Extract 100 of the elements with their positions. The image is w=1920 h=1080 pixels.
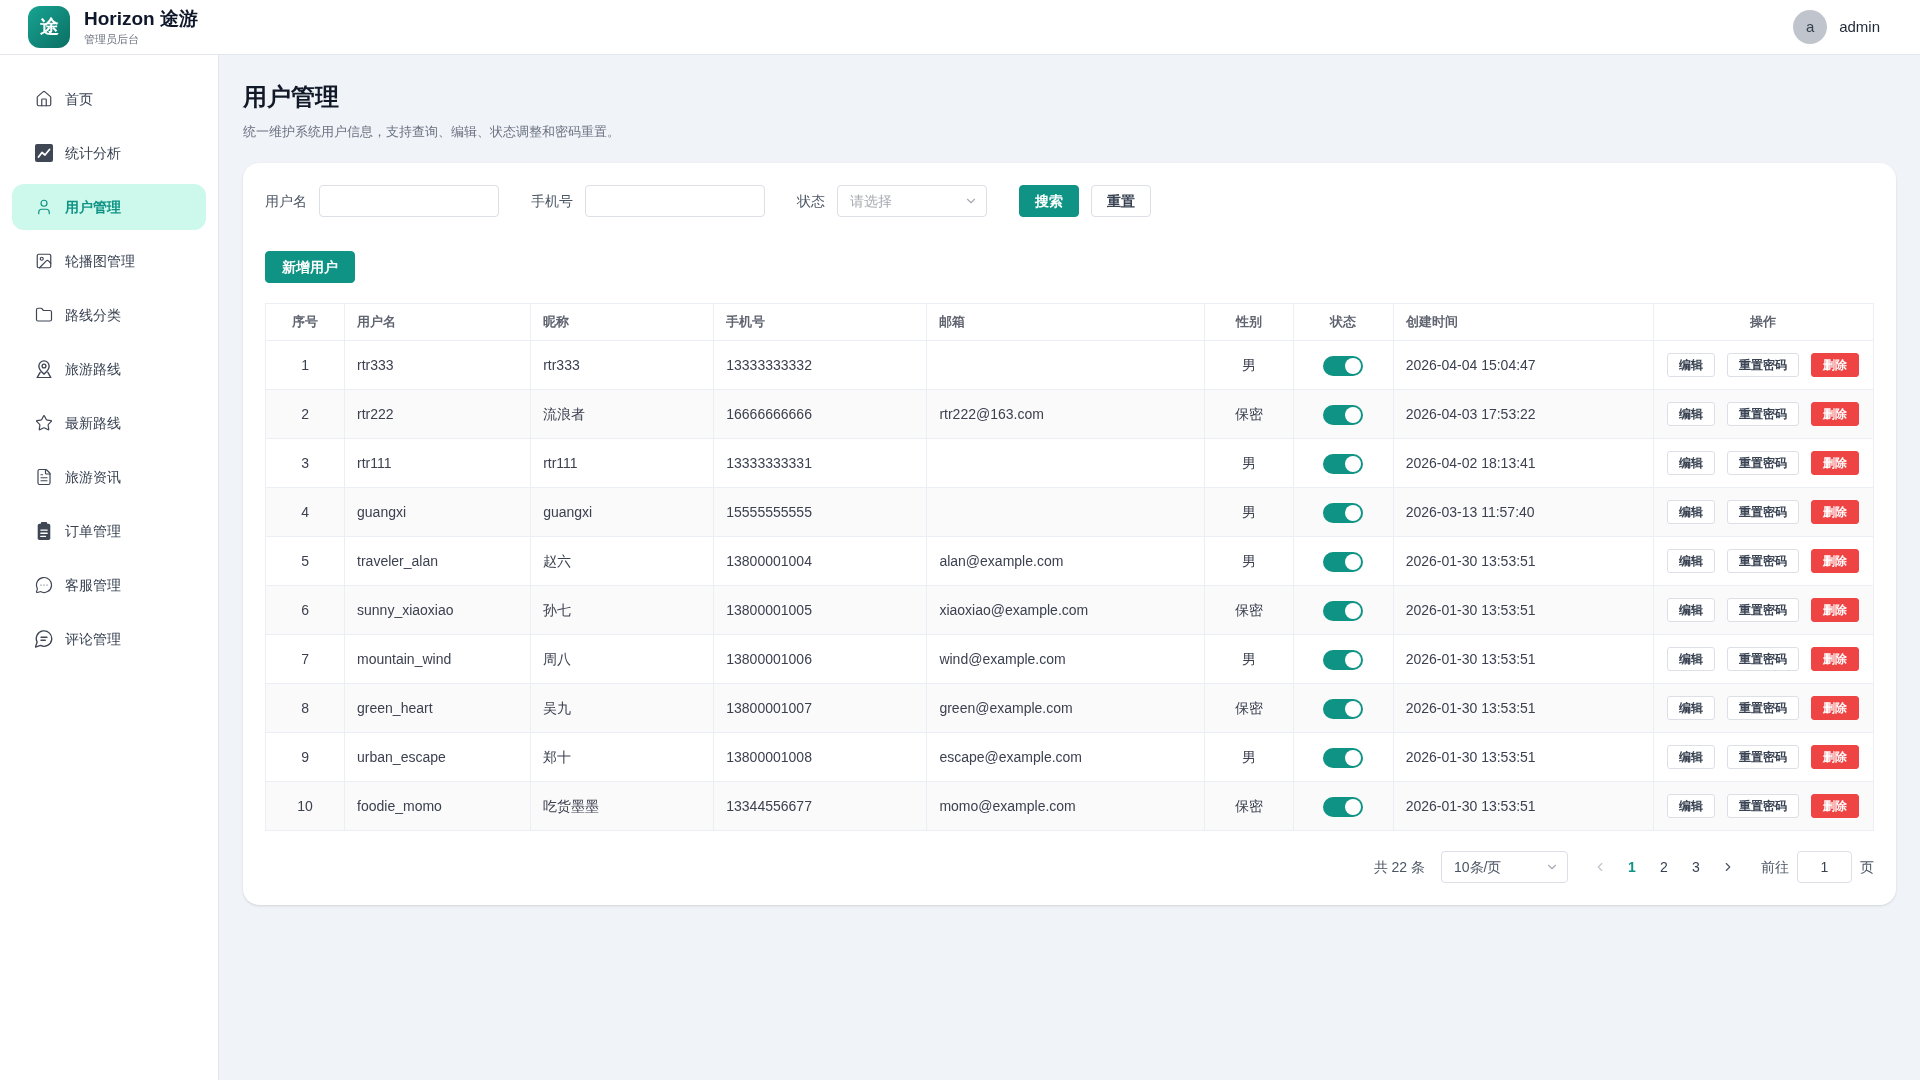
- delete-button[interactable]: 删除: [1811, 353, 1860, 377]
- page-size-select[interactable]: 10条/页: [1441, 851, 1568, 883]
- edit-button[interactable]: 编辑: [1667, 696, 1716, 720]
- reset-password-button[interactable]: 重置密码: [1727, 353, 1800, 377]
- edit-button[interactable]: 编辑: [1667, 598, 1716, 622]
- goto-suffix: 页: [1860, 857, 1874, 877]
- nickname-text: 孙七: [543, 601, 572, 618]
- nickname-text: 吴九: [543, 699, 572, 716]
- edit-button[interactable]: 编辑: [1667, 451, 1716, 475]
- edit-button[interactable]: 编辑: [1667, 794, 1716, 818]
- home-icon: [35, 90, 53, 108]
- username-text: rtr333: [357, 356, 394, 373]
- delete-button[interactable]: 删除: [1811, 647, 1860, 671]
- row-number: 7: [301, 650, 309, 667]
- gender-text: 男: [1241, 552, 1256, 569]
- reset-password-button[interactable]: 重置密码: [1727, 500, 1800, 524]
- status-toggle[interactable]: [1323, 453, 1364, 474]
- status-toggle[interactable]: [1323, 747, 1364, 768]
- nickname-text: rtr333: [543, 356, 580, 373]
- edit-button[interactable]: 编辑: [1667, 745, 1716, 769]
- column-header: 创建时间: [1405, 314, 1458, 330]
- row-number: 9: [301, 748, 309, 765]
- delete-button[interactable]: 删除: [1811, 549, 1860, 573]
- reset-password-button[interactable]: 重置密码: [1727, 402, 1800, 426]
- clipboard-icon: [35, 522, 53, 540]
- reset-button[interactable]: 重置: [1091, 185, 1151, 217]
- row-number: 2: [301, 405, 309, 422]
- edit-button[interactable]: 编辑: [1667, 353, 1716, 377]
- field-label: 手机号: [531, 191, 573, 211]
- column-header: 状态: [1330, 314, 1357, 330]
- status-toggle[interactable]: [1323, 355, 1364, 376]
- chat-bubble-icon: [35, 576, 53, 594]
- app-logo: 途: [28, 6, 70, 48]
- username-text: traveler_alan: [357, 552, 438, 569]
- created-time: 2026-04-04 15:04:47: [1405, 356, 1536, 373]
- delete-button[interactable]: 删除: [1811, 500, 1860, 524]
- gender-text: 保密: [1234, 601, 1263, 618]
- created-time: 2026-01-30 13:53:51: [1405, 748, 1536, 765]
- map-pin-icon: [35, 360, 53, 378]
- phone-number: 13344556677: [726, 797, 812, 814]
- edit-button[interactable]: 编辑: [1667, 402, 1716, 426]
- reset-password-button[interactable]: 重置密码: [1727, 598, 1800, 622]
- page-number-button[interactable]: 2: [1648, 851, 1680, 883]
- edit-button[interactable]: 编辑: [1667, 500, 1716, 524]
- document-icon: [35, 468, 53, 486]
- add-user-button[interactable]: 新增用户: [265, 251, 355, 283]
- row-number: 4: [301, 503, 309, 520]
- input-field[interactable]: [585, 185, 765, 217]
- status-toggle[interactable]: [1323, 502, 1364, 523]
- delete-button[interactable]: 删除: [1811, 402, 1860, 426]
- phone-number: 13800001004: [726, 552, 812, 569]
- status-toggle[interactable]: [1323, 649, 1364, 670]
- status-toggle[interactable]: [1323, 796, 1364, 817]
- edit-button[interactable]: 编辑: [1667, 647, 1716, 671]
- user-avatar[interactable]: a: [1793, 10, 1828, 44]
- username-text: sunny_xiaoxiao: [357, 601, 454, 618]
- goto-label: 前往: [1761, 857, 1789, 877]
- gender-text: 保密: [1234, 699, 1263, 716]
- row-number: 5: [301, 552, 309, 569]
- reset-password-button[interactable]: 重置密码: [1727, 451, 1800, 475]
- page-description: 统一维护系统用户信息，支持查询、编辑、状态调整和密码重置。: [243, 123, 621, 141]
- delete-button[interactable]: 删除: [1811, 745, 1860, 769]
- gender-text: 保密: [1234, 797, 1263, 814]
- gender-text: 男: [1241, 650, 1256, 667]
- reset-password-button[interactable]: 重置密码: [1727, 794, 1800, 818]
- input-field[interactable]: [319, 185, 499, 217]
- page-number-button[interactable]: 3: [1680, 851, 1712, 883]
- star-icon: [35, 414, 53, 432]
- phone-number: 16666666666: [726, 405, 812, 422]
- search-button[interactable]: 搜索: [1019, 185, 1079, 217]
- reset-password-button[interactable]: 重置密码: [1727, 745, 1800, 769]
- username-text: foodie_momo: [357, 797, 442, 814]
- status-toggle[interactable]: [1323, 600, 1364, 621]
- phone-number: 15555555555: [726, 503, 812, 520]
- username-text: guangxi: [357, 503, 407, 520]
- reset-password-button[interactable]: 重置密码: [1727, 647, 1800, 671]
- status-toggle[interactable]: [1323, 404, 1364, 425]
- email-address: momo@example.com: [939, 797, 1076, 814]
- reset-password-button[interactable]: 重置密码: [1727, 696, 1800, 720]
- username-text: rtr111: [357, 454, 392, 471]
- delete-button[interactable]: 删除: [1811, 451, 1860, 475]
- email-address: escape@example.com: [939, 748, 1082, 765]
- user-name[interactable]: admin: [1839, 15, 1880, 39]
- delete-button[interactable]: 删除: [1811, 794, 1860, 818]
- gender-text: 男: [1241, 454, 1256, 471]
- nickname-text: 流浪者: [543, 405, 586, 422]
- status-toggle[interactable]: [1323, 698, 1364, 719]
- nickname-text: rtr111: [543, 454, 578, 471]
- reset-password-button[interactable]: 重置密码: [1727, 549, 1800, 573]
- gender-text: 男: [1241, 748, 1256, 765]
- total-count: 共 22 条: [1373, 857, 1425, 877]
- created-time: 2026-01-30 13:53:51: [1405, 699, 1536, 716]
- status-toggle[interactable]: [1323, 551, 1364, 572]
- delete-button[interactable]: 删除: [1811, 598, 1860, 622]
- delete-button[interactable]: 删除: [1811, 696, 1860, 720]
- created-time: 2026-01-30 13:53:51: [1405, 552, 1536, 569]
- page-number-input[interactable]: 1: [1797, 851, 1852, 883]
- created-time: 2026-01-30 13:53:51: [1405, 650, 1536, 667]
- edit-button[interactable]: 编辑: [1667, 549, 1716, 573]
- page-number-button[interactable]: 1: [1616, 851, 1648, 883]
